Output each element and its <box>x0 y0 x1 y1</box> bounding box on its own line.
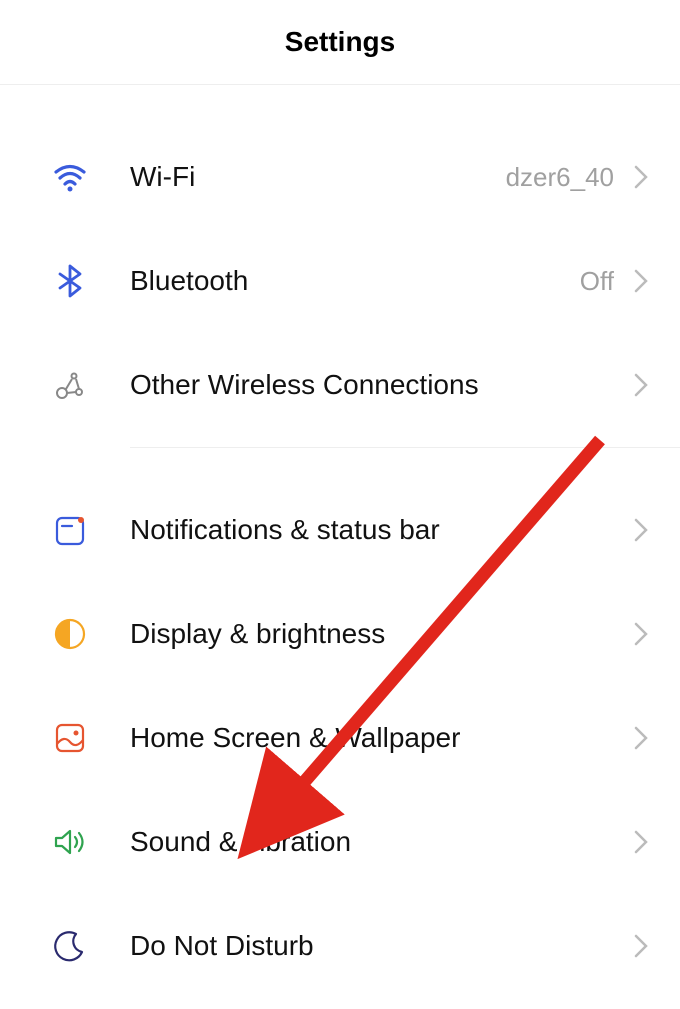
settings-item-value: dzer6_40 <box>506 162 614 193</box>
chevron-right-icon <box>632 267 650 295</box>
chevron-right-icon <box>632 516 650 544</box>
settings-item-label: Sound & vibration <box>130 826 632 858</box>
settings-item-home-screen[interactable]: Home Screen & Wallpaper <box>0 686 680 790</box>
chevron-right-icon <box>632 163 650 191</box>
settings-item-label: Notifications & status bar <box>130 514 632 546</box>
settings-item-value: Off <box>580 266 614 297</box>
settings-list: Wi-Fi dzer6_40 Bluetooth Off Other Wirel… <box>0 85 680 998</box>
divider <box>130 447 680 448</box>
settings-item-label: Wi-Fi <box>130 161 506 193</box>
notification-icon <box>50 510 90 550</box>
settings-item-label: Other Wireless Connections <box>130 369 632 401</box>
moon-icon <box>50 926 90 966</box>
chevron-right-icon <box>632 828 650 856</box>
settings-item-label: Home Screen & Wallpaper <box>130 722 632 754</box>
chevron-right-icon <box>632 371 650 399</box>
settings-item-wifi[interactable]: Wi-Fi dzer6_40 <box>0 125 680 229</box>
chevron-right-icon <box>632 620 650 648</box>
chevron-right-icon <box>632 932 650 960</box>
settings-item-notifications[interactable]: Notifications & status bar <box>0 478 680 582</box>
settings-item-sound[interactable]: Sound & vibration <box>0 790 680 894</box>
wireless-icon <box>50 365 90 405</box>
header: Settings <box>0 0 680 85</box>
sound-icon <box>50 822 90 862</box>
settings-item-label: Do Not Disturb <box>130 930 632 962</box>
bluetooth-icon <box>50 261 90 301</box>
page-title: Settings <box>285 26 395 58</box>
settings-item-dnd[interactable]: Do Not Disturb <box>0 894 680 998</box>
wifi-icon <box>50 157 90 197</box>
settings-item-label: Bluetooth <box>130 265 580 297</box>
settings-item-label: Display & brightness <box>130 618 632 650</box>
settings-item-display[interactable]: Display & brightness <box>0 582 680 686</box>
wallpaper-icon <box>50 718 90 758</box>
settings-item-bluetooth[interactable]: Bluetooth Off <box>0 229 680 333</box>
display-icon <box>50 614 90 654</box>
chevron-right-icon <box>632 724 650 752</box>
settings-item-other-wireless[interactable]: Other Wireless Connections <box>0 333 680 437</box>
